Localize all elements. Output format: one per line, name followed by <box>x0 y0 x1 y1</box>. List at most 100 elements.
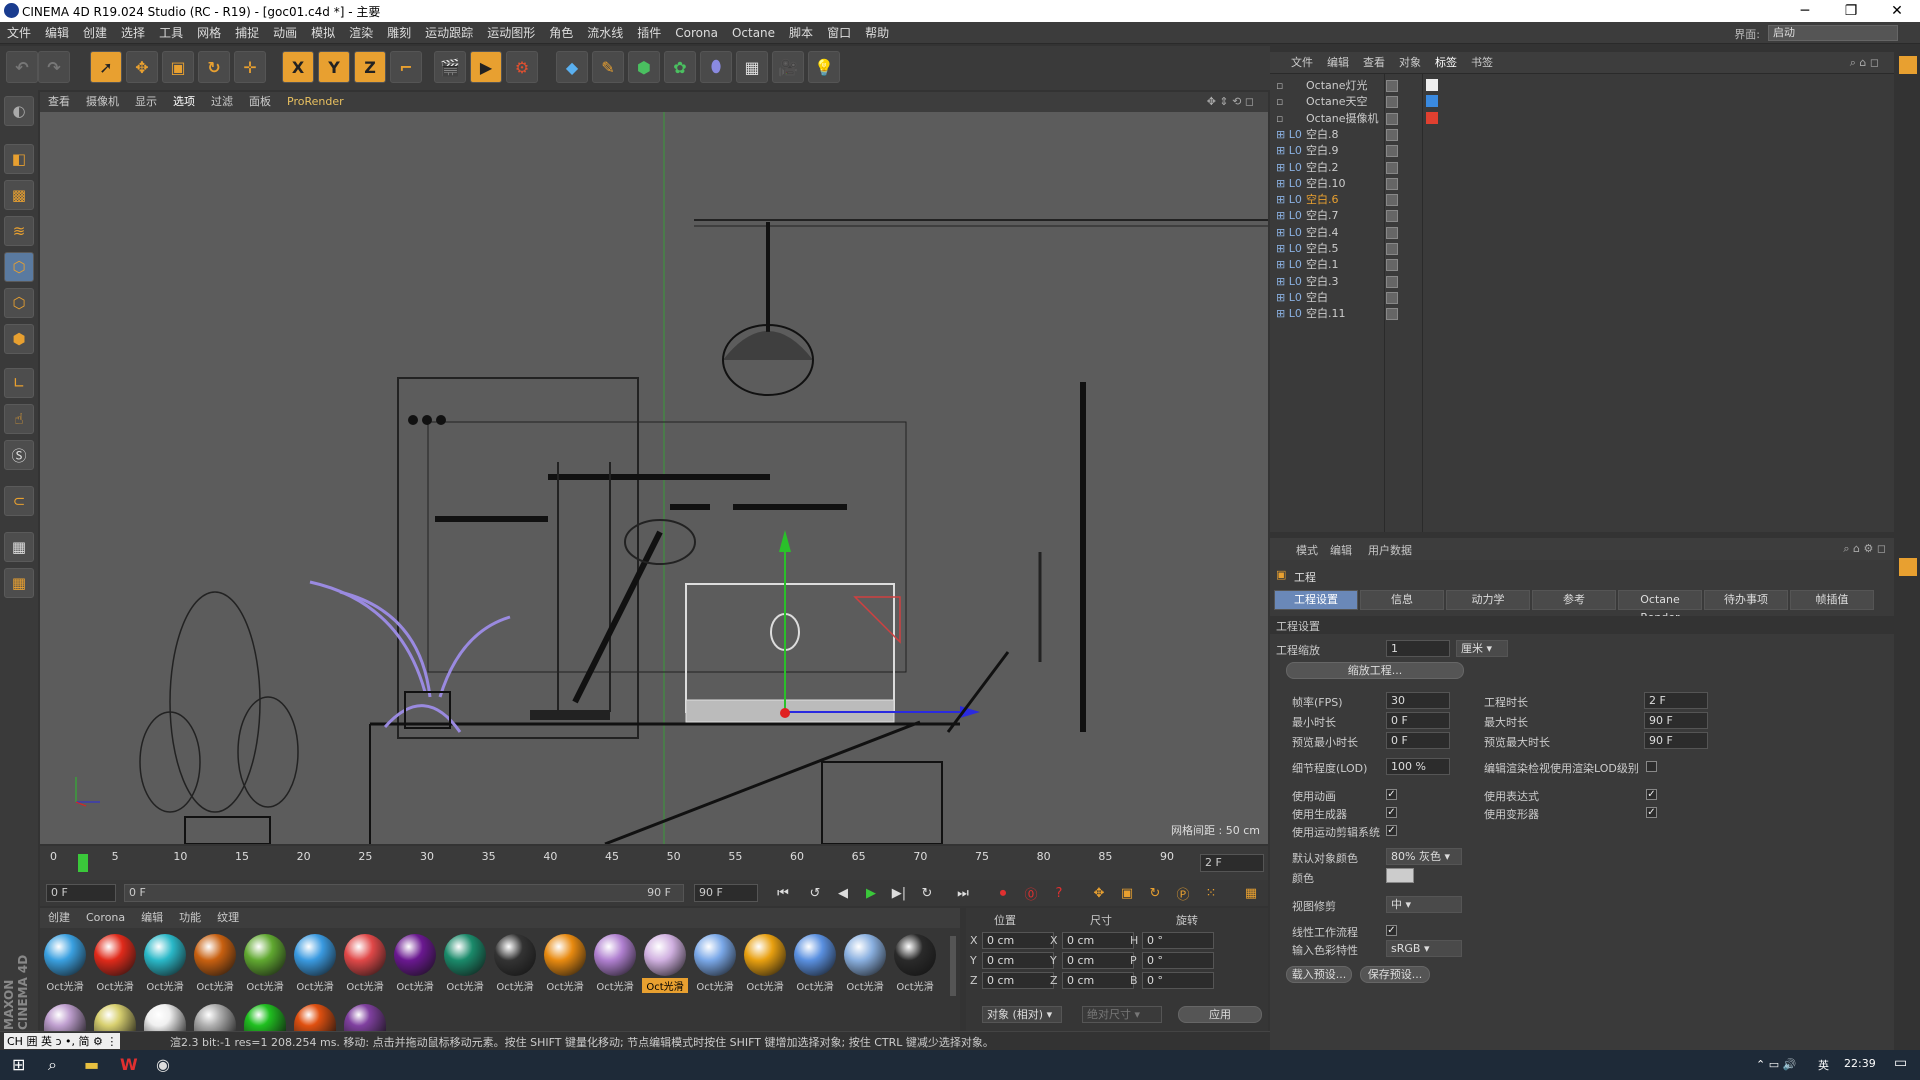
visibility-toggle-icon[interactable] <box>1386 96 1398 109</box>
attributes-side-tab[interactable] <box>1899 558 1917 576</box>
material-swatch[interactable] <box>44 1004 86 1031</box>
visibility-toggle-icon[interactable] <box>1386 112 1398 125</box>
attr-menu-edit[interactable]: 编辑 <box>1330 542 1352 558</box>
cinema4d-taskbar-icon[interactable]: ◉ <box>156 1055 170 1074</box>
visibility-toggle-icon[interactable] <box>1386 308 1398 321</box>
material-swatch[interactable]: Oct光滑 <box>392 932 438 994</box>
project-time-field[interactable]: 2 F <box>1644 692 1708 709</box>
light-icon[interactable]: 💡 <box>808 51 840 83</box>
tab-dynamics[interactable]: 动力学 <box>1446 590 1530 610</box>
material-scrollbar[interactable] <box>950 936 956 996</box>
visibility-toggle-icon[interactable] <box>1386 259 1398 272</box>
visibility-toggle-icon[interactable] <box>1386 161 1398 174</box>
model-mode-icon[interactable]: ◧ <box>4 144 34 174</box>
menu-sculpt[interactable]: 雕刻 <box>380 22 418 44</box>
x-axis-icon[interactable]: X <box>282 51 314 83</box>
menu-render[interactable]: 渲染 <box>342 22 380 44</box>
color-swatch[interactable] <box>1386 868 1414 883</box>
visibility-toggle-icon[interactable] <box>1386 226 1398 239</box>
menu-snap[interactable]: 捕捉 <box>228 22 266 44</box>
tray-icons[interactable]: ⌃ ▭ 🔊 <box>1756 1058 1796 1071</box>
input-color-select[interactable]: sRGB ▾ <box>1386 940 1462 957</box>
lock-workplane-icon[interactable]: ▦ <box>4 532 34 562</box>
material-swatch[interactable] <box>244 1004 286 1031</box>
mat-menu-texture[interactable]: 纹理 <box>209 908 247 928</box>
material-swatch[interactable]: Oct光滑 <box>542 932 588 994</box>
cloner-icon[interactable]: ✿ <box>664 51 696 83</box>
recent-tool-icon[interactable]: ✛ <box>234 51 266 83</box>
default-color-select[interactable]: 80% 灰色 ▾ <box>1386 848 1462 865</box>
vp-menu-options[interactable]: 选项 <box>165 92 203 112</box>
material-swatch[interactable]: Oct光滑 <box>592 932 638 994</box>
material-swatch[interactable]: Oct光滑 <box>292 932 338 994</box>
coord-field[interactable]: 0 cm <box>1062 972 1134 989</box>
mat-menu-create[interactable]: 创建 <box>40 908 78 928</box>
coord-field[interactable]: 0 cm <box>982 972 1054 989</box>
visibility-toggle-icon[interactable] <box>1386 194 1398 207</box>
use-expression-checkbox[interactable]: ✓ <box>1646 789 1657 800</box>
pen-icon[interactable]: ✎ <box>592 51 624 83</box>
floor-icon[interactable]: ▦ <box>736 51 768 83</box>
material-swatch[interactable]: Oct光滑 <box>892 932 938 994</box>
menu-pipeline[interactable]: 流水线 <box>580 22 630 44</box>
scale-field[interactable]: 1 <box>1386 640 1450 657</box>
menu-create[interactable]: 创建 <box>76 22 114 44</box>
close-button[interactable]: ✕ <box>1874 0 1920 22</box>
material-swatch[interactable]: Oct光滑 <box>242 932 288 994</box>
go-to-start-icon[interactable]: ⏮ <box>772 883 794 903</box>
autokey-icon[interactable]: ⓪ <box>1020 883 1042 903</box>
maximize-button[interactable]: ❐ <box>1828 0 1874 22</box>
record-icon[interactable]: ⏺ <box>992 883 1014 903</box>
redo-icon[interactable]: ↷ <box>38 51 70 83</box>
menu-file[interactable]: 文件 <box>0 22 38 44</box>
material-swatch[interactable] <box>194 1004 236 1031</box>
menu-select[interactable]: 选择 <box>114 22 152 44</box>
obj-menu-tags[interactable]: 标签 <box>1428 52 1464 74</box>
render-picture-viewer-icon[interactable]: ▶ <box>470 51 502 83</box>
material-swatch[interactable] <box>144 1004 186 1031</box>
visibility-toggle-icon[interactable] <box>1386 128 1398 141</box>
menu-corona[interactable]: Corona <box>668 22 725 44</box>
camera-icon[interactable]: 🎥 <box>772 51 804 83</box>
attr-menu-userdata[interactable]: 用户数据 <box>1368 542 1412 558</box>
obj-menu-view[interactable]: 查看 <box>1356 52 1392 74</box>
tab-todo[interactable]: 待办事项 <box>1704 590 1788 610</box>
planar-workplane-icon[interactable]: ▦ <box>4 568 34 598</box>
snap-icon[interactable]: Ⓢ <box>4 440 34 470</box>
playhead[interactable] <box>78 854 88 872</box>
load-preset-button[interactable]: 载入预设... <box>1286 966 1352 983</box>
coords-mode-select[interactable]: 对象 (相对) ▾ <box>982 1006 1062 1023</box>
obj-menu-bookmarks[interactable]: 书签 <box>1464 52 1500 74</box>
polygons-mode-icon[interactable]: ⬢ <box>4 324 34 354</box>
coord-field[interactable]: 0 ° <box>1142 972 1214 989</box>
menu-character[interactable]: 角色 <box>542 22 580 44</box>
undo-icon[interactable]: ↶ <box>6 51 38 83</box>
make-editable-icon[interactable]: ◐ <box>4 96 34 126</box>
menu-tools[interactable]: 工具 <box>152 22 190 44</box>
end-frame-field[interactable]: 90 F <box>694 884 758 902</box>
mat-menu-function[interactable]: 功能 <box>171 908 209 928</box>
next-key-icon[interactable]: ↻ <box>916 883 938 903</box>
current-frame-field[interactable]: 2 F <box>1200 854 1264 872</box>
viewport-nav-icons[interactable]: ✥ ⇕ ⟲ ◻ <box>1199 92 1262 112</box>
preview-max-field[interactable]: 90 F <box>1644 732 1708 749</box>
frame-range-slider[interactable]: 0 F 90 F <box>124 884 684 902</box>
file-explorer-icon[interactable]: ▬ <box>84 1055 99 1074</box>
points-mode-icon[interactable]: ⬡ <box>4 252 34 282</box>
magnet-icon[interactable]: ⊂ <box>4 486 34 516</box>
min-time-field[interactable]: 0 F <box>1386 712 1450 729</box>
material-swatch[interactable] <box>344 1004 386 1031</box>
linear-workflow-checkbox[interactable]: ✓ <box>1386 925 1397 936</box>
prev-key-icon[interactable]: ↺ <box>804 883 826 903</box>
view-clip-select[interactable]: 中 ▾ <box>1386 896 1462 913</box>
texture-mode-icon[interactable]: ▩ <box>4 180 34 210</box>
subdivision-icon[interactable]: ⬢ <box>628 51 660 83</box>
coords-size-mode-select[interactable]: 绝对尺寸 ▾ <box>1082 1006 1162 1023</box>
render-settings-icon[interactable]: ⚙ <box>506 51 538 83</box>
tab-reference[interactable]: 参考 <box>1532 590 1616 610</box>
3d-viewport[interactable]: 网格间距 : 50 cm <box>40 112 1268 844</box>
visibility-toggle-icon[interactable] <box>1386 210 1398 223</box>
windows-start-icon[interactable]: ⊞ <box>12 1055 25 1074</box>
menu-animate[interactable]: 动画 <box>266 22 304 44</box>
ime-indicator[interactable]: 英 <box>1818 1057 1829 1073</box>
